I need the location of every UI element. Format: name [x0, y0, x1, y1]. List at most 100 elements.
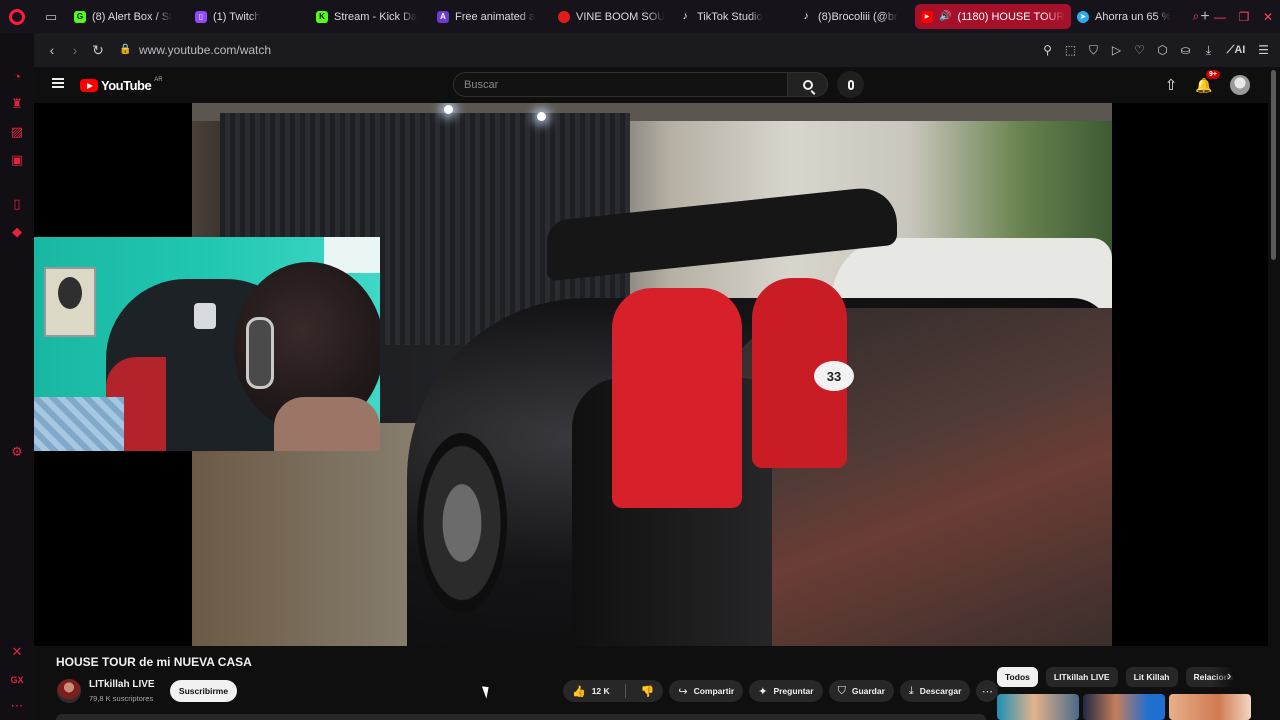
browser-tabstrip: ▭ G (8) Alert Box / St ▯ (1) Twitch K Strea… [0, 0, 1280, 33]
webcam-person-face [274, 397, 380, 451]
dislike-button[interactable]: 👎 [632, 680, 664, 702]
search-input[interactable] [454, 73, 787, 96]
youtube-logo[interactable]: YouTube AR [80, 77, 163, 93]
save-button[interactable]: ⛉ Guardar [828, 680, 894, 702]
pin-icon[interactable]: ⚲ [1039, 43, 1056, 57]
twitch-favicon-icon: ▯ [195, 10, 207, 23]
thumbs-down-icon: 👎 [640, 685, 655, 698]
browser-tab[interactable]: K Stream - Kick Da [310, 4, 431, 29]
speaker-icon[interactable]: 🔊 [939, 11, 951, 22]
search-box [453, 72, 788, 97]
voice-search-button[interactable] [837, 71, 864, 98]
youtube-favicon-icon: ▶ [921, 10, 933, 23]
browser-tab[interactable]: ♪ (8)Brocoliii (@br [794, 4, 915, 29]
video-thumbnail[interactable] [997, 694, 1079, 720]
webcam-headphone [246, 317, 274, 389]
extensions-icon[interactable]: ⬡ [1154, 43, 1171, 57]
video-actions: 👍 12 K 👎 ↪ Compartir ✦ Preguntar ⛉ Guard… [563, 680, 999, 702]
video-scene-red-seat [612, 288, 742, 508]
opera-logo-icon[interactable] [0, 0, 34, 33]
browser-tab[interactable]: ➤ Ahorra un 65 % [1071, 4, 1192, 29]
crypto-wallet-icon[interactable]: ♜ [9, 96, 25, 112]
webcam-chair-logo [194, 303, 216, 329]
recommendation-thumbnails [997, 694, 1251, 720]
browser-tab[interactable]: ▯ (1) Twitch [189, 4, 310, 29]
youtube-header: YouTube AR ⇧ 🔔 9+ [34, 67, 1280, 103]
lock-icon: 🔒 [119, 44, 132, 55]
bookmark-icon: ⛉ [837, 684, 846, 697]
extension-icon[interactable]: ◆ [9, 224, 25, 240]
chip-artist[interactable]: Lit Killah [1125, 667, 1178, 687]
menu-icon[interactable]: ☰ [1255, 43, 1272, 57]
notifications-button[interactable]: 🔔 9+ [1186, 69, 1222, 94]
ai-icon[interactable]: ⟋AI [1223, 44, 1249, 57]
microphone-icon [847, 79, 854, 90]
like-button[interactable]: 👍 12 K [563, 680, 619, 702]
browser-tab[interactable]: ♪ TikTok Studio [673, 4, 794, 29]
browser-tab[interactable]: G (8) Alert Box / St [68, 4, 189, 29]
download-icon[interactable]: ⤓ [1200, 43, 1217, 58]
subscribe-button[interactable]: Suscribirme [170, 680, 237, 702]
video-title: HOUSE TOUR de mi NUEVA CASA [56, 655, 252, 669]
player-icon[interactable]: ▨ [9, 124, 25, 140]
settings-icon[interactable]: ⚙ [9, 444, 25, 460]
channel-name[interactable]: LITkillah LIVE [89, 679, 155, 690]
channel-avatar[interactable] [57, 679, 81, 703]
divider [624, 684, 626, 698]
webcam-poster [44, 267, 96, 337]
ask-button[interactable]: ✦ Preguntar [749, 680, 823, 702]
restore-icon[interactable]: ❐ [1232, 10, 1256, 24]
gx-control-icon[interactable]: GX [9, 672, 25, 688]
more-icon[interactable]: ⋯ [9, 698, 25, 714]
account-avatar[interactable] [1230, 75, 1250, 95]
tab-search-icon[interactable]: ⌕ [1184, 9, 1208, 24]
messenger-icon[interactable]: ▣ [9, 152, 25, 168]
browser-tab[interactable]: A Free animated a [431, 4, 552, 29]
description-box-edge[interactable] [56, 714, 986, 720]
video-scene-light [444, 105, 453, 114]
url-field[interactable]: www.youtube.com/watch [139, 43, 271, 57]
back-icon[interactable]: ‹ [41, 39, 63, 61]
video-thumbnail[interactable] [1083, 694, 1165, 720]
bell-icon: 🔔 [1195, 76, 1213, 93]
twitch-sidebar-icon[interactable]: ▯ [9, 196, 25, 212]
telegram-favicon-icon: ➤ [1077, 10, 1089, 23]
webcam-overlay [34, 237, 380, 451]
share-button[interactable]: ↪ Compartir [669, 680, 744, 702]
tab-snap-icon[interactable]: ▭ [34, 0, 68, 33]
hamburger-menu-icon[interactable] [52, 78, 64, 88]
video-scene-light [537, 112, 546, 121]
forward-icon[interactable]: › [64, 39, 86, 61]
gx-icon[interactable]: ✕ [9, 644, 25, 660]
address-bar-tools: ⚲ ⬚ ⛉ ▷ ♡ ⬡ ⛀ ⤓ ⟋AI ☰ [1039, 33, 1272, 67]
chip-channel[interactable]: LITkillah LIVE [1045, 667, 1118, 687]
tiktok-favicon-icon: ♪ [682, 11, 688, 22]
reload-icon[interactable]: ↻ [87, 39, 109, 61]
close-icon[interactable]: ✕ [1256, 10, 1280, 24]
more-horizontal-icon: ⋯ [981, 685, 993, 698]
search-icon [802, 79, 813, 90]
video-player[interactable]: 33 [34, 103, 1268, 646]
more-actions-button[interactable]: ⋯ [976, 680, 999, 702]
download-button[interactable]: ⤓ Descargar [899, 680, 971, 702]
browser-tab-active[interactable]: ▶ 🔊 (1180) HOUSE TOUR d [915, 4, 1071, 29]
heart-icon[interactable]: ♡ [1131, 43, 1148, 57]
video-thumbnail[interactable] [1169, 694, 1251, 720]
webcam-bed [34, 397, 124, 451]
like-dislike-group: 👍 12 K 👎 [563, 680, 664, 702]
snapshot-icon[interactable]: ⬚ [1062, 43, 1079, 57]
sparkle-icon: ✦ [758, 685, 768, 698]
search-button[interactable] [788, 72, 828, 97]
minimize-icon[interactable]: — [1208, 10, 1232, 24]
browser-tab[interactable]: VINE BOOM SOU [552, 4, 673, 29]
video-scene-sticker: 33 [814, 361, 854, 391]
chevron-right-icon[interactable]: › [1227, 668, 1231, 683]
tiktok-favicon-icon: ♪ [803, 11, 809, 22]
play-icon[interactable]: ▷ [1108, 43, 1125, 57]
chip-all[interactable]: Todos [997, 667, 1038, 687]
page-scrollbar[interactable] [1271, 70, 1276, 260]
adblock-shield-icon[interactable]: ⛉ [1085, 43, 1102, 58]
profile-icon[interactable]: ⛀ [1177, 43, 1194, 57]
upload-icon[interactable]: ⇧ [1156, 76, 1186, 94]
aria-icon[interactable]: ◔ [9, 68, 25, 84]
